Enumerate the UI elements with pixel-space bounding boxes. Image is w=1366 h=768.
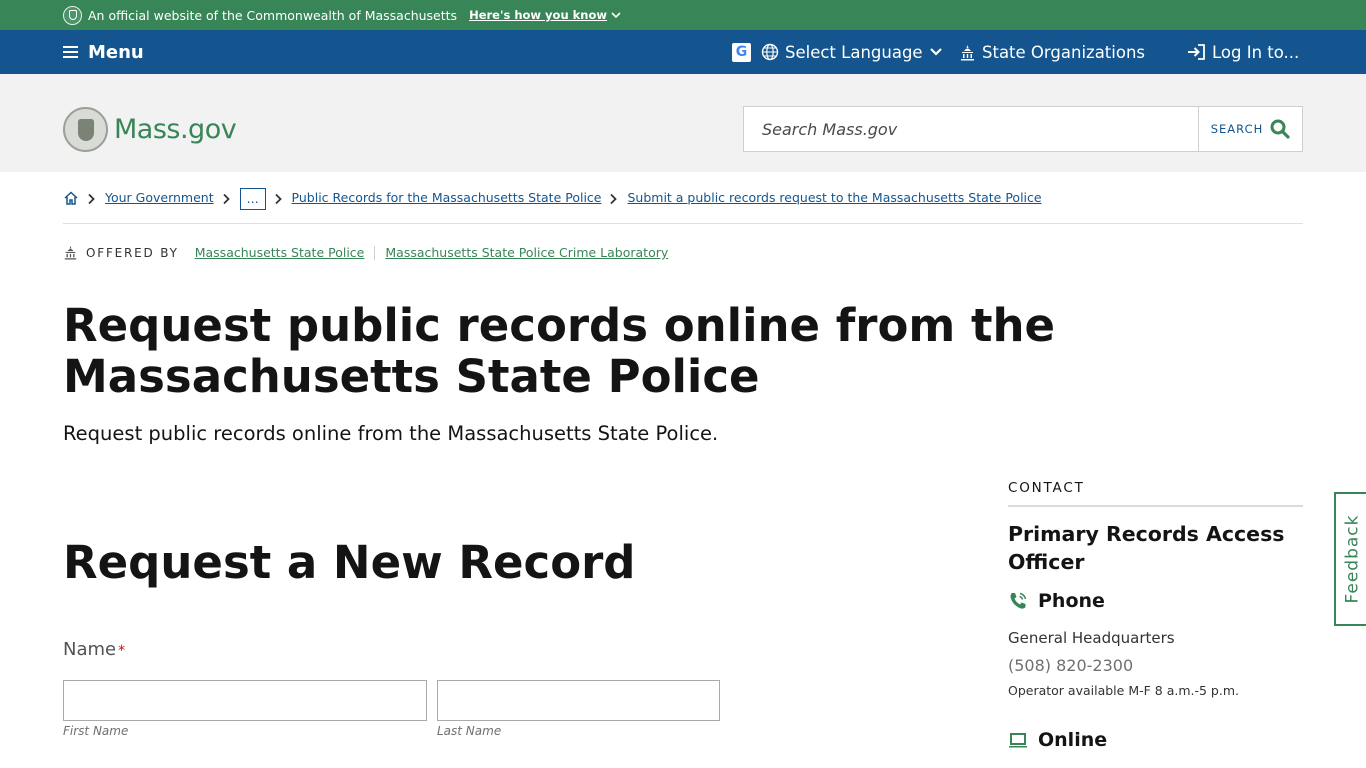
official-banner-text: An official website of the Commonwealth … bbox=[88, 7, 458, 23]
official-banner: An official website of the Commonwealth … bbox=[0, 0, 1366, 30]
heres-how-you-know-link[interactable]: Here's how you know bbox=[469, 8, 621, 22]
globe-icon bbox=[761, 43, 779, 61]
breadcrumb-your-government[interactable]: Your Government bbox=[105, 190, 214, 205]
search-icon bbox=[1270, 119, 1290, 139]
name-label-text: Name bbox=[63, 639, 117, 660]
hamburger-icon bbox=[63, 46, 78, 58]
feedback-tab[interactable]: Feedback bbox=[1334, 492, 1366, 626]
divider bbox=[374, 245, 376, 260]
capitol-building-icon bbox=[961, 44, 974, 60]
home-icon bbox=[64, 191, 78, 205]
phone-heading-text: Phone bbox=[1038, 590, 1105, 612]
mass-gov-logo[interactable]: Mass.gov bbox=[63, 107, 237, 152]
menu-button[interactable]: Menu bbox=[63, 30, 144, 74]
chevron-right-icon bbox=[274, 193, 282, 205]
offered-by-crime-lab-link[interactable]: Massachusetts State Police Crime Laborat… bbox=[385, 245, 668, 260]
capitol-building-icon bbox=[64, 245, 77, 260]
search-form: SEARCH bbox=[743, 106, 1303, 152]
contact-name: Primary Records Access Officer bbox=[1008, 522, 1285, 574]
required-marker: * bbox=[118, 643, 126, 659]
utility-nav: Menu G Select Language State Organizatio… bbox=[0, 30, 1366, 74]
search-button[interactable]: SEARCH bbox=[1198, 107, 1302, 151]
search-input[interactable] bbox=[744, 107, 1198, 151]
page-lead: Request public records online from the M… bbox=[63, 422, 719, 445]
feedback-label: Feedback bbox=[1342, 514, 1362, 604]
menu-label: Menu bbox=[88, 41, 144, 63]
phone-heading: Phone bbox=[1008, 590, 1105, 612]
breadcrumb-public-records[interactable]: Public Records for the Massachusetts Sta… bbox=[292, 190, 602, 205]
phone-location: General Headquarters bbox=[1008, 629, 1175, 647]
chevron-right-icon bbox=[610, 193, 618, 205]
language-label: Select Language bbox=[785, 42, 923, 62]
first-name-hint: First Name bbox=[63, 724, 129, 738]
breadcrumb-expand-button[interactable]: ... bbox=[239, 188, 266, 210]
chevron-right-icon bbox=[222, 193, 230, 205]
online-heading-text: Online bbox=[1038, 729, 1108, 751]
state-organizations-button[interactable]: State Organizations bbox=[959, 30, 1145, 74]
state-seal-icon bbox=[63, 5, 82, 25]
breadcrumb: Your Government ... Public Records for t… bbox=[63, 186, 1303, 224]
offered-by-state-police-link[interactable]: Massachusetts State Police bbox=[195, 245, 365, 260]
page-title: Request public records online from the M… bbox=[63, 299, 1056, 403]
google-translate-icon: G bbox=[732, 42, 751, 62]
last-name-input[interactable] bbox=[437, 680, 720, 721]
login-label: Log In to... bbox=[1212, 42, 1300, 62]
language-selector[interactable]: G Select Language bbox=[732, 30, 943, 74]
search-button-label: SEARCH bbox=[1210, 122, 1264, 136]
contact-heading: CONTACT bbox=[1008, 480, 1303, 507]
how-link-label: Here's how you know bbox=[469, 8, 608, 22]
first-name-input[interactable] bbox=[63, 680, 427, 721]
site-header: Mass.gov SEARCH bbox=[0, 74, 1366, 172]
chevron-down-icon bbox=[929, 48, 942, 56]
breadcrumb-submit-request[interactable]: Submit a public records request to the M… bbox=[627, 190, 1041, 205]
online-heading: Online bbox=[1008, 729, 1107, 751]
name-label: Name * bbox=[63, 639, 125, 660]
chevron-right-icon bbox=[88, 193, 95, 205]
breadcrumb-home-link[interactable] bbox=[63, 190, 79, 209]
laptop-icon bbox=[1009, 733, 1027, 748]
phone-icon bbox=[1010, 592, 1027, 609]
last-name-hint: Last Name bbox=[437, 724, 502, 738]
login-icon bbox=[1188, 44, 1205, 60]
logo-wordmark: Mass.gov bbox=[114, 114, 237, 145]
state-orgs-label: State Organizations bbox=[982, 42, 1146, 62]
offered-by: OFFERED BY Massachusetts State Police Ma… bbox=[63, 245, 668, 260]
offered-by-label: OFFERED BY bbox=[86, 245, 179, 260]
form-heading: Request a New Record bbox=[63, 536, 636, 589]
phone-hours: Operator available M-F 8 a.m.-5 p.m. bbox=[1008, 683, 1239, 698]
login-button[interactable]: Log In to... bbox=[1187, 30, 1299, 74]
state-seal-icon bbox=[63, 107, 108, 152]
chevron-down-icon bbox=[611, 12, 621, 19]
phone-number-link[interactable]: (508) 820-2300 bbox=[1008, 656, 1133, 675]
